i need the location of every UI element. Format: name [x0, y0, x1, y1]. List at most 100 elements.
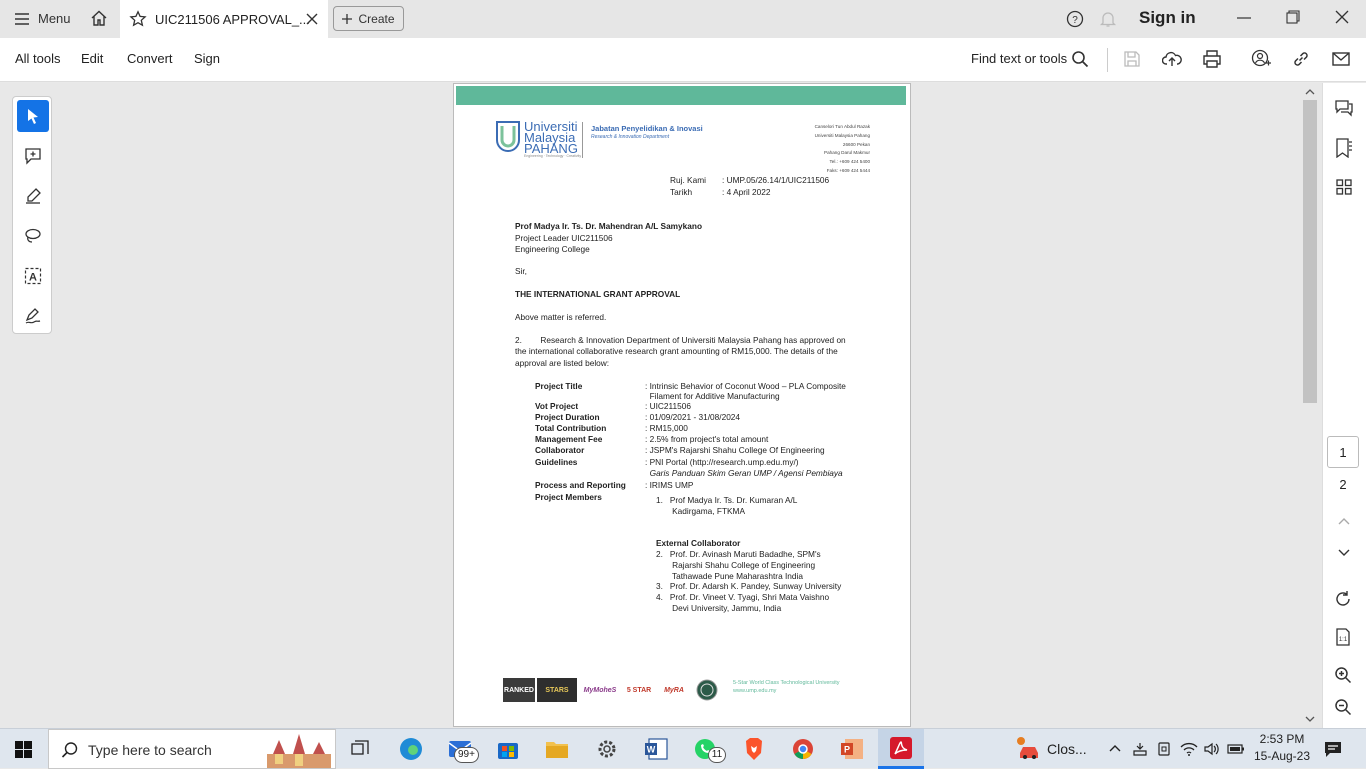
clock-time[interactable]: 2:53 PM	[1252, 732, 1312, 746]
university-name-3: PAHANG	[524, 141, 578, 156]
system-tray-chevron-icon[interactable]	[1108, 743, 1122, 753]
task-view-icon[interactable]	[350, 739, 370, 759]
menu-button[interactable]: Menu	[14, 11, 71, 26]
select-tool[interactable]	[17, 100, 49, 132]
detail-label: Project Duration	[535, 412, 600, 422]
wifi-icon[interactable]	[1180, 741, 1198, 757]
highlighter-icon	[26, 188, 41, 204]
upload-cloud-icon[interactable]	[1162, 50, 1182, 68]
detail-value: : Intrinsic Behavior of Coconut Wood – P…	[645, 381, 846, 391]
search-icon	[61, 742, 78, 758]
sign-in-button[interactable]: Sign in	[1139, 8, 1196, 28]
usb-device-icon[interactable]	[1156, 741, 1172, 757]
powerpoint-app-icon[interactable]: P	[838, 735, 866, 763]
volume-icon[interactable]	[1203, 741, 1221, 757]
microsoft-store-icon[interactable]	[494, 735, 522, 763]
windows-taskbar: Type here to search 99+ W 11 P Clos... 2…	[0, 728, 1366, 769]
detail-value: : IRIMS UMP	[645, 480, 694, 490]
settings-gear-icon[interactable]	[593, 735, 621, 763]
star-icon[interactable]	[129, 10, 147, 28]
ruj-value: : UMP.05/26.14/1/UIC211506	[722, 175, 830, 185]
print-icon[interactable]	[1202, 50, 1222, 68]
address-line: Tel.: +609 424 5400	[829, 159, 870, 165]
create-button[interactable]: Create	[333, 6, 404, 31]
text-box-icon: A	[24, 267, 42, 285]
detail-label: Guidelines	[535, 457, 578, 467]
external-collaborator-heading: External Collaborator	[656, 538, 741, 548]
taskbar-search-box[interactable]: Type here to search	[48, 729, 336, 769]
footer-badge: MyMoheS	[580, 678, 620, 702]
scroll-down-arrow-icon[interactable]	[1305, 715, 1315, 723]
home-button[interactable]	[90, 9, 108, 27]
zoom-out-icon[interactable]	[1334, 698, 1352, 716]
close-window-button[interactable]	[1335, 10, 1349, 24]
restore-icon	[1286, 10, 1300, 24]
restore-button[interactable]	[1286, 10, 1300, 24]
recipient-name: Prof Madya Ir. Ts. Dr. Mahendran A/L Sam…	[515, 221, 703, 231]
address-block: Canselori Tun Abdul Razak Universiti Mala…	[815, 123, 870, 176]
action-center-icon[interactable]	[1324, 740, 1342, 758]
page-1-button[interactable]: 1	[1327, 436, 1359, 468]
text-recognition-tool[interactable]: A	[17, 260, 49, 292]
chrome-browser-icon[interactable]	[789, 735, 817, 763]
search-icon[interactable]	[1071, 50, 1089, 68]
sign-tool[interactable]	[17, 300, 49, 332]
pointer-icon	[28, 109, 38, 124]
find-tools-label[interactable]: Find text or tools	[971, 51, 1067, 66]
pen-sign-icon	[25, 308, 41, 324]
previous-page-icon[interactable]	[1337, 516, 1351, 526]
scroll-up-arrow-icon[interactable]	[1305, 88, 1315, 96]
close-tab-icon[interactable]	[306, 13, 318, 25]
add-comment-tool[interactable]	[17, 140, 49, 172]
acrobat-active-app[interactable]	[878, 729, 924, 769]
draw-tool[interactable]	[17, 220, 49, 252]
salutation: Sir,	[515, 266, 527, 276]
fit-page-icon[interactable]: 1:1	[1334, 628, 1352, 646]
battery-icon[interactable]	[1227, 742, 1245, 756]
paragraph-1: Above matter is referred.	[515, 312, 607, 322]
notifications-button[interactable]	[1099, 10, 1117, 28]
detail-value: : JSPM's Rajarshi Shahu College Of Engin…	[645, 445, 825, 455]
help-button[interactable]: ?	[1066, 10, 1084, 28]
vertical-scrollbar[interactable]	[1302, 86, 1318, 726]
brave-browser-icon[interactable]	[740, 735, 768, 763]
document-tab[interactable]: UIC211506 APPROVAL_...	[120, 0, 328, 38]
page-2-button[interactable]: 2	[1327, 473, 1359, 495]
all-tools-menu[interactable]: All tools	[15, 51, 61, 66]
link-icon[interactable]	[1292, 50, 1310, 68]
notification-label[interactable]: Clos...	[1047, 741, 1087, 757]
comments-icon[interactable]	[1334, 98, 1354, 118]
windows-start-icon[interactable]	[15, 741, 32, 758]
email-icon[interactable]	[1332, 51, 1350, 67]
external-collaborator-line: Rajarshi Shahu College of Engineering	[656, 560, 816, 570]
word-app-icon[interactable]: W	[642, 735, 670, 763]
save-icon[interactable]	[1123, 50, 1141, 68]
thumbnails-grid-icon[interactable]	[1335, 178, 1353, 196]
zoom-in-icon[interactable]	[1334, 666, 1352, 684]
network-drive-icon[interactable]	[1132, 741, 1148, 757]
share-user-icon[interactable]	[1251, 49, 1271, 69]
footer-url: www.ump.edu.my	[733, 688, 777, 694]
next-page-icon[interactable]	[1337, 548, 1351, 558]
file-explorer-icon[interactable]	[543, 735, 571, 763]
minimize-button[interactable]	[1236, 10, 1252, 26]
svg-text:A: A	[29, 272, 37, 284]
address-line: 26600 Pekan	[842, 141, 870, 147]
rotate-icon[interactable]	[1334, 590, 1352, 608]
lasso-icon	[25, 228, 41, 243]
clock-date[interactable]: 15-Aug-23	[1252, 749, 1312, 763]
quick-tools-palette: A	[12, 96, 52, 334]
footer-badge: STARS	[537, 678, 577, 702]
comment-add-icon	[25, 148, 41, 165]
plus-icon	[342, 13, 353, 24]
edge-browser-icon[interactable]	[397, 735, 425, 763]
paragraph-2-line3: approval are listed below:	[515, 358, 610, 368]
sign-menu[interactable]: Sign	[194, 51, 220, 66]
bookmark-icon[interactable]	[1335, 138, 1353, 158]
footer-badge: RANKED	[503, 678, 535, 702]
scroll-thumb[interactable]	[1303, 100, 1317, 403]
convert-menu[interactable]: Convert	[127, 51, 173, 66]
close-icon	[1335, 10, 1349, 24]
edit-menu[interactable]: Edit	[81, 51, 103, 66]
highlight-tool[interactable]	[17, 180, 49, 212]
